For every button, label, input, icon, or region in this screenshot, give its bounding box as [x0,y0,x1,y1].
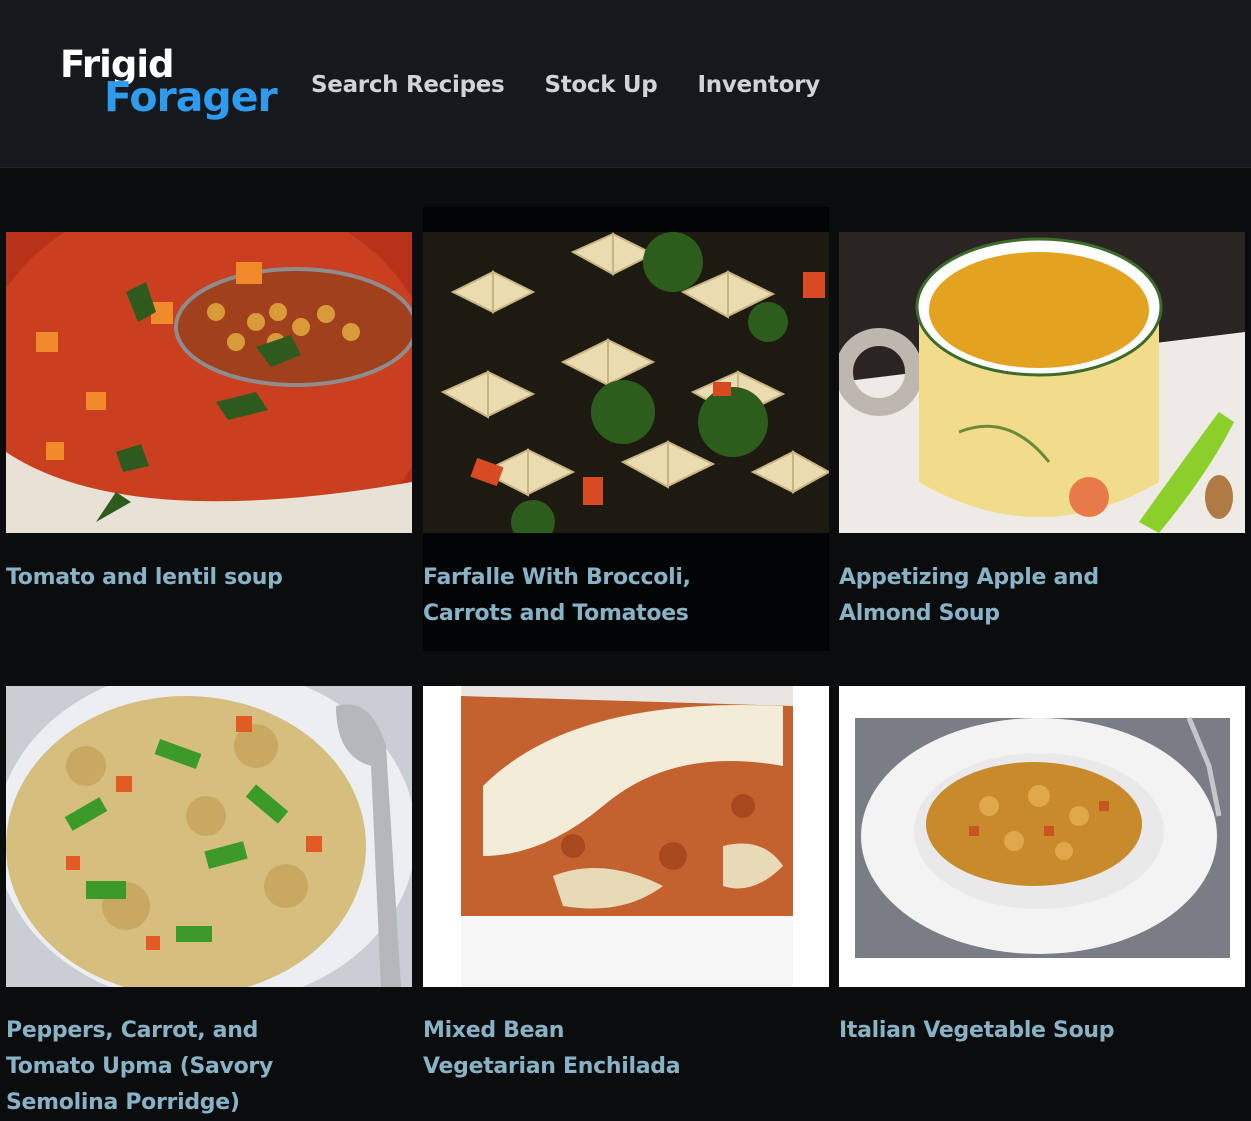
recipe-image-italian-vegetable-soup[interactable] [839,686,1245,987]
nav-search-recipes[interactable]: Search Recipes [311,70,505,100]
recipe-title-tomato-lentil-soup[interactable]: Tomato and lentil soup [6,560,286,596]
recipe-title-farfalle[interactable]: Farfalle With Broccoli, Carrots and Toma… [423,560,703,632]
frigid-forager-logo[interactable]: Frigid Forager [60,46,278,121]
recipe-image-tomato-lentil-soup[interactable] [6,232,412,533]
recipe-image-apple-almond-soup[interactable] [839,232,1245,533]
logo-line-2: Forager [104,73,278,121]
recipe-image-upma[interactable] [6,686,412,987]
recipe-image-enchilada[interactable] [423,686,829,987]
main-nav: Search Recipes Stock Up Inventory [311,70,860,100]
recipe-card-tomato-lentil-soup[interactable]: Tomato and lentil soup [6,232,412,612]
nav-stock-up[interactable]: Stock Up [544,70,657,100]
recipe-card-farfalle[interactable]: Farfalle With Broccoli, Carrots and Toma… [423,207,829,651]
recipe-title-enchilada[interactable]: Mixed Bean Vegetarian Enchilada [423,1013,703,1085]
recipe-title-italian-vegetable-soup[interactable]: Italian Vegetable Soup [839,1013,1119,1049]
recipe-card-upma[interactable]: Peppers, Carrot, and Tomato Upma (Savory… [6,686,412,1120]
recipe-title-upma[interactable]: Peppers, Carrot, and Tomato Upma (Savory… [6,1013,286,1121]
recipe-card-italian-vegetable-soup[interactable]: Italian Vegetable Soup [839,686,1245,1066]
nav-inventory[interactable]: Inventory [697,70,820,100]
recipe-image-farfalle[interactable] [423,232,829,533]
top-nav-bar: Frigid Forager Search Recipes Stock Up I… [0,0,1251,168]
recipe-card-apple-almond-soup[interactable]: Appetizing Apple and Almond Soup [839,232,1245,632]
recipe-title-apple-almond-soup[interactable]: Appetizing Apple and Almond Soup [839,560,1119,632]
recipe-card-enchilada[interactable]: Mixed Bean Vegetarian Enchilada [423,686,829,1086]
